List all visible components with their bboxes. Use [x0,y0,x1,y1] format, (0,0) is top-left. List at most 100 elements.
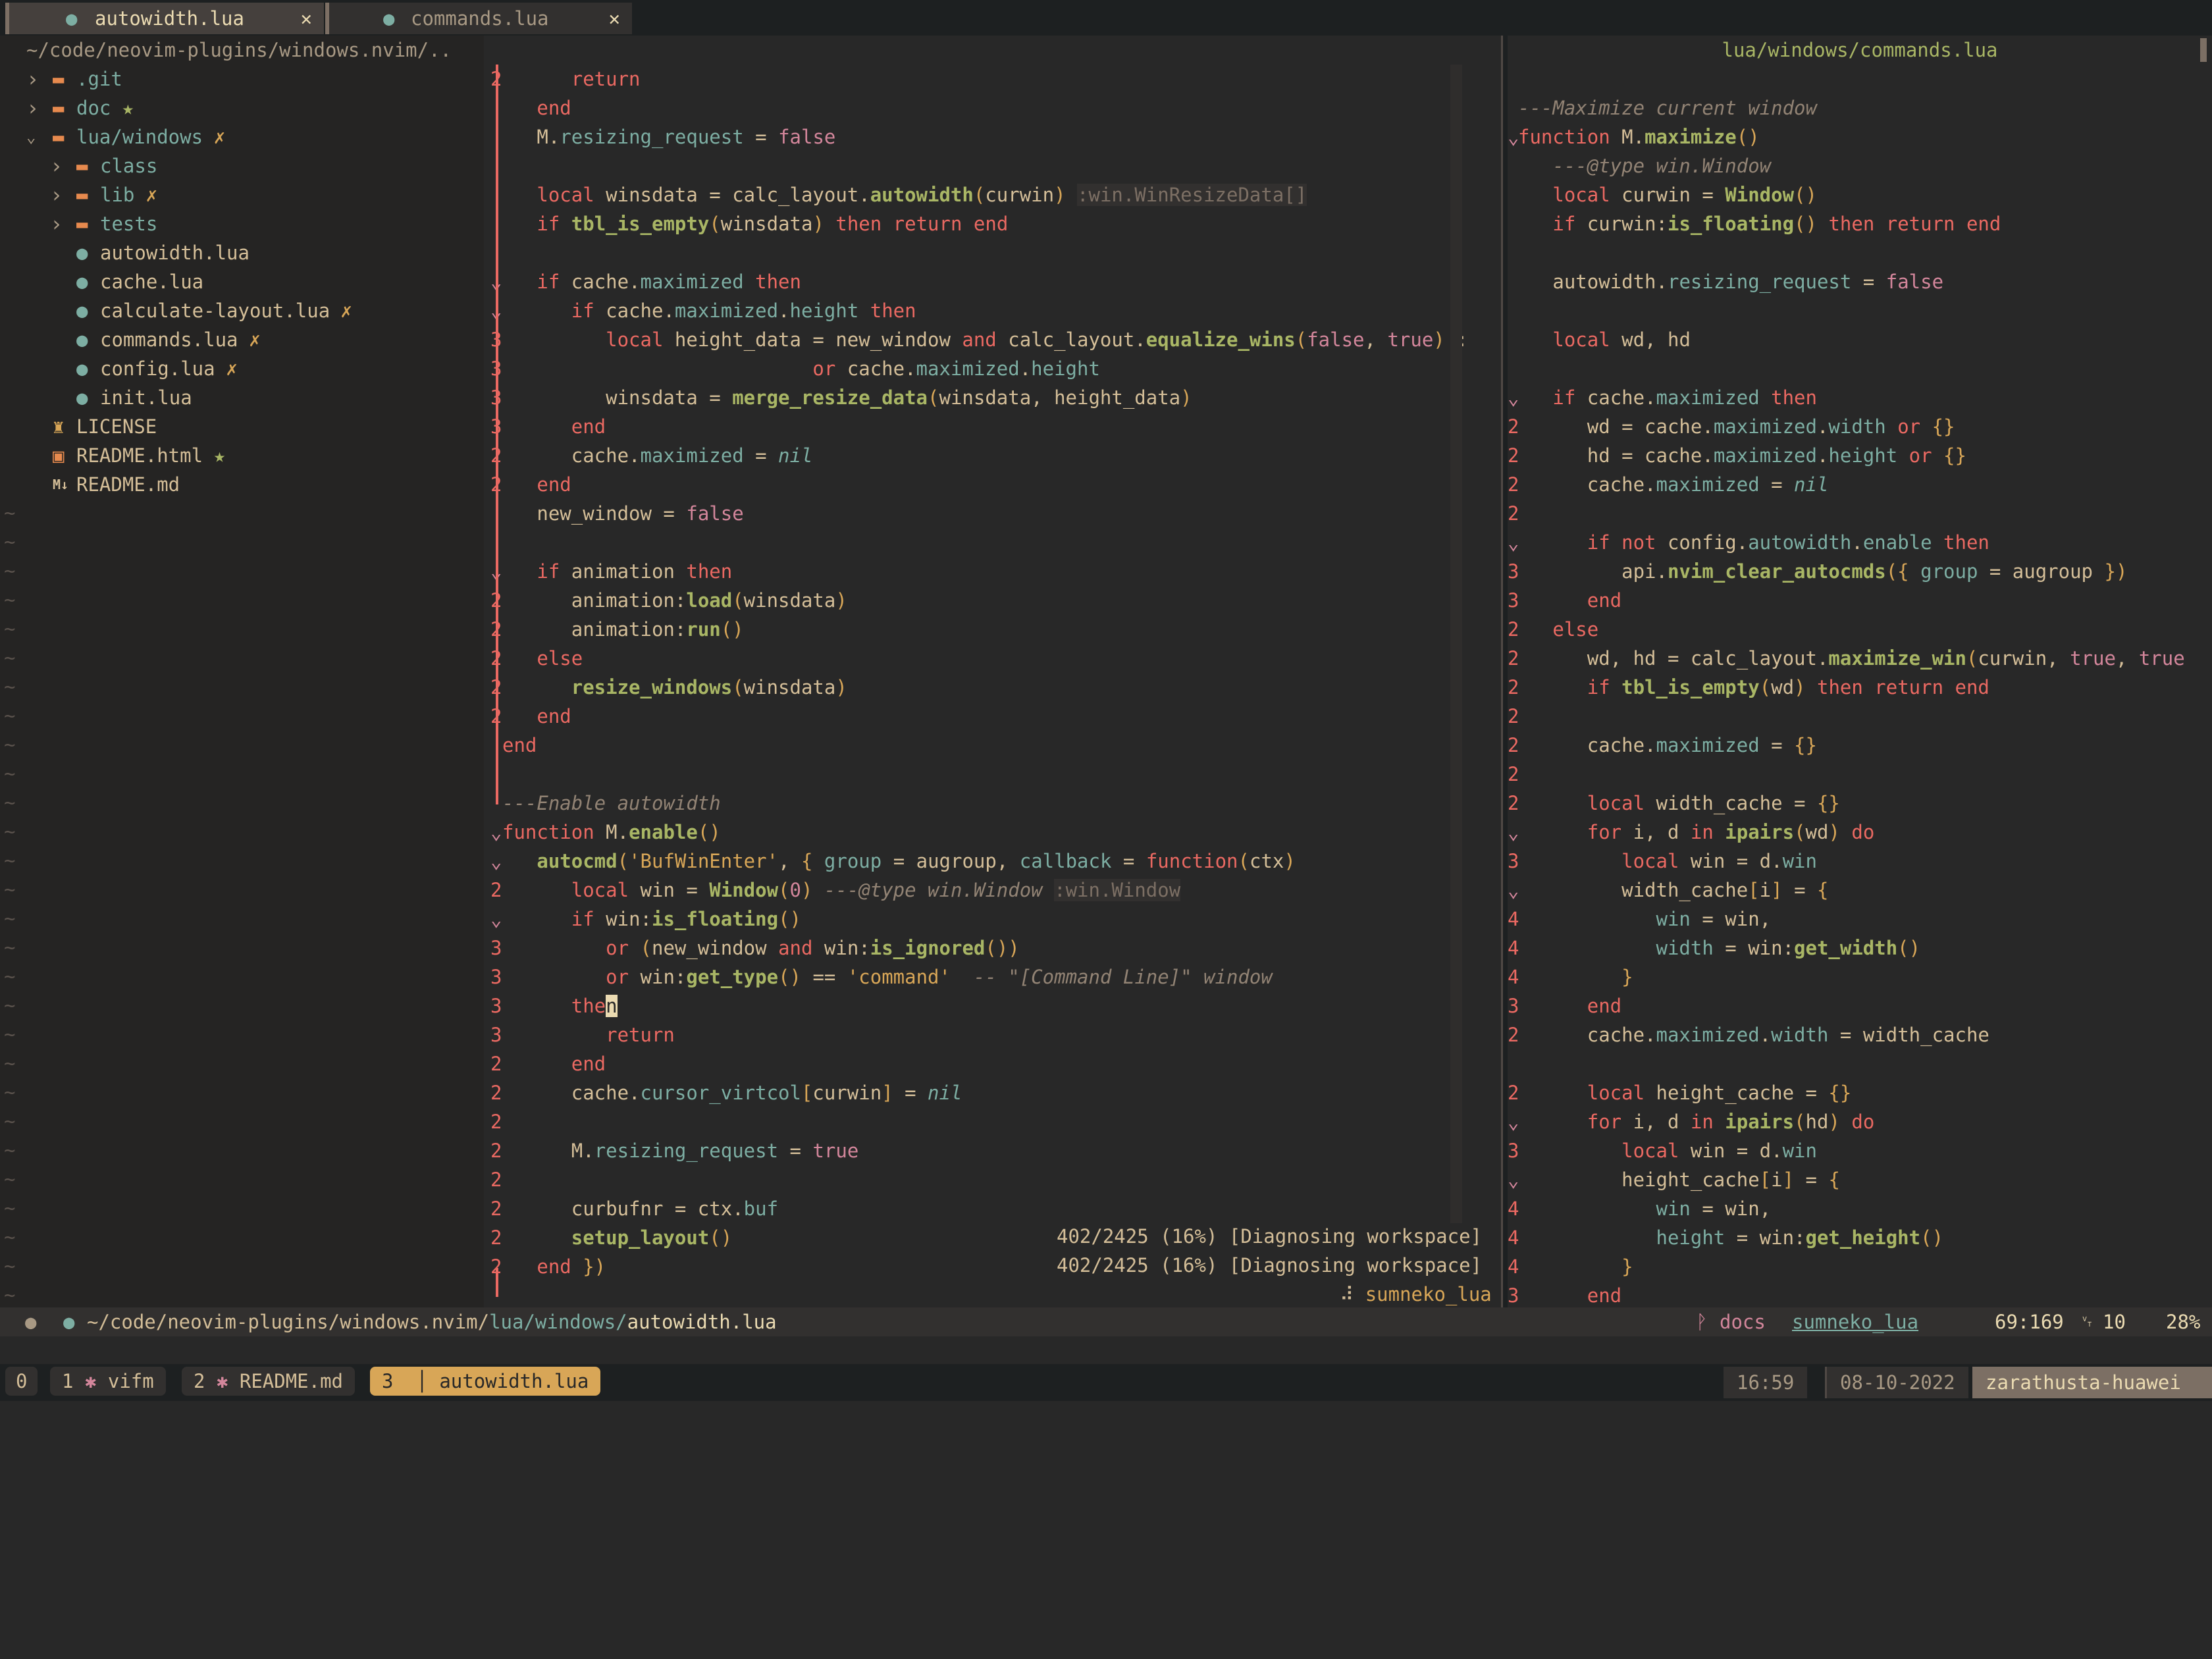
tree-item-readme-md[interactable]: M↓ README.md [0,470,484,499]
code-line[interactable]: ---@type win.Window [1508,151,2212,180]
code-line[interactable]: autowidth.resizing_request = false [1508,267,2212,296]
tree-item-lib[interactable]: › ▬ lib ✗ [0,180,484,209]
code-line[interactable]: 2 resize_windows(winsdata) [484,673,1501,702]
code-line[interactable]: 2 else [484,644,1501,673]
code-line[interactable]: ---Enable autowidth [484,789,1501,818]
code-line[interactable]: 3 then [484,991,1501,1020]
code-line[interactable]: 3 or cache.maximized.height [484,354,1501,383]
tree-item-class[interactable]: › ▬ class [0,151,484,180]
code-line[interactable]: 3 or win:get_type() == 'command' -- "[Co… [484,962,1501,991]
tmux-window-3[interactable]: 3 │ autowidth.lua [370,1367,601,1396]
code-line[interactable]: 3 or (new_window and win:is_ignored()) [484,934,1501,962]
code-line[interactable] [1508,1049,2212,1078]
code-line[interactable]: local curwin = Window() [1508,180,2212,209]
code-line[interactable]: ⌄ if cache.maximized then [1508,383,2212,412]
code-line[interactable]: 2 [1508,702,2212,731]
tmux-session[interactable]: 0 [5,1367,38,1396]
code-line[interactable]: 2 curbufnr = ctx.buf [484,1194,1501,1223]
code-line[interactable]: 4 win = win, [1508,905,2212,934]
code-line[interactable]: 4 height = win:get_height() [1508,1223,2212,1252]
code-line[interactable]: 3 end [484,412,1501,441]
code-line[interactable] [1508,354,2212,383]
code-line[interactable] [1508,65,2212,93]
code-line[interactable]: 2 local win = Window(0) ---@type win.Win… [484,876,1501,905]
code-line[interactable]: 3 local win = d.win [1508,1136,2212,1165]
code-line[interactable]: ⌄ if cache.maximized then [484,267,1501,296]
code-line[interactable]: ⌄ for i, d in ipairs(hd) do [1508,1107,2212,1136]
code-line[interactable] [1508,238,2212,267]
code-line[interactable]: 2 wd = cache.maximized.width or {} [1508,412,2212,441]
code-line[interactable]: 3 winsdata = merge_resize_data(winsdata,… [484,383,1501,412]
tree-item-lua-windows[interactable]: ⌄ ▬ lua/windows ✗ [0,122,484,151]
code-line[interactable]: end [484,731,1501,760]
tree-item-commands-lua[interactable]: ● commands.lua ✗ [0,325,484,354]
chevron-down-icon[interactable]: ⌄ [26,122,36,151]
code-line[interactable]: ⌄ function M.enable() [484,818,1501,847]
code-line[interactable]: ⌄ if animation then [484,557,1501,586]
tree-item-license[interactable]: ♜ LICENSE [0,412,484,441]
tree-item-init-lua[interactable]: ● init.lua [0,383,484,412]
chevron-right-icon[interactable]: › [50,180,63,209]
code-line[interactable] [484,528,1501,557]
code-line[interactable]: 2 cache.maximized = nil [484,441,1501,470]
tree-item-calculate-layout-lua[interactable]: ● calculate-layout.lua ✗ [0,296,484,325]
tree-item--git[interactable]: › ▬ .git [0,65,484,93]
chevron-right-icon[interactable]: › [50,151,63,180]
code-line[interactable]: ⌄ height_cache[i] = { [1508,1165,2212,1194]
code-line[interactable]: 2 else [1508,615,2212,644]
code-line[interactable]: ⌄ if cache.maximized.height then [484,296,1501,325]
code-line[interactable]: 2 cache.maximized.width = width_cache [1508,1020,2212,1049]
chevron-right-icon[interactable]: › [26,93,39,122]
tree-item-cache-lua[interactable]: ● cache.lua [0,267,484,296]
code-line[interactable]: 4 } [1508,962,2212,991]
code-line[interactable]: local wd, hd [1508,325,2212,354]
code-line[interactable] [1508,296,2212,325]
code-line[interactable] [484,238,1501,267]
code-line[interactable] [484,151,1501,180]
code-line[interactable]: 4 } [1508,1252,2212,1281]
command-line[interactable] [0,1336,2212,1364]
chevron-right-icon[interactable]: › [26,65,39,93]
editor-pane-left[interactable]: 2 return end M.resizing_request = false … [484,36,1501,1307]
code-line[interactable]: 3 end [1508,586,2212,615]
tree-item-tests[interactable]: › ▬ tests [0,209,484,238]
code-line[interactable]: 2 local height_cache = {} [1508,1078,2212,1107]
code-line[interactable]: 3 end [1508,1281,2212,1307]
code-line[interactable]: ⌄ if win:is_floating() [484,905,1501,934]
code-line[interactable] [484,760,1501,789]
code-line[interactable]: 4 width = win:get_width() [1508,934,2212,962]
close-icon[interactable]: ✕ [609,3,620,34]
code-line[interactable]: 2 cache.maximized = nil [1508,470,2212,499]
code-line[interactable]: 2 end [484,702,1501,731]
code-line[interactable]: 3 api.nvim_clear_autocmds({ group = augr… [1508,557,2212,586]
code-line[interactable]: ⌄ if not config.autowidth.enable then [1508,528,2212,557]
tree-item-readme-html[interactable]: ▣ README.html ★ [0,441,484,470]
code-line[interactable]: 2 cache.cursor_virtcol[curwin] = nil [484,1078,1501,1107]
editor-pane-right[interactable]: lua/windows/commands.lua ---Maximize cur… [1508,36,2212,1307]
code-line[interactable]: 2 animation:run() [484,615,1501,644]
code-line[interactable]: 2 animation:load(winsdata) [484,586,1501,615]
code-line[interactable]: 3 local win = d.win [1508,847,2212,876]
tmux-window-1[interactable]: 1 ✱ vifm [50,1367,166,1396]
tmux-window-2[interactable]: 2 ✱ README.md [182,1367,356,1396]
code-line[interactable]: 2 return [484,65,1501,93]
code-line[interactable]: 2 [1508,499,2212,528]
code-line[interactable]: 3 end [1508,991,2212,1020]
tree-item-autowidth-lua[interactable]: ● autowidth.lua [0,238,484,267]
code-line[interactable]: ⌄ function M.maximize() [1508,122,2212,151]
code-line[interactable]: ⌄ autocmd('BufWinEnter', { group = augro… [484,847,1501,876]
tree-item-doc[interactable]: › ▬ doc ★ [0,93,484,122]
code-line[interactable]: 2 [484,1165,1501,1194]
code-line[interactable]: 2 [484,1107,1501,1136]
tab-autowidth[interactable]: ● autowidth.lua ✕ [5,3,324,34]
code-line[interactable]: ⌄ for i, d in ipairs(wd) do [1508,818,2212,847]
code-line[interactable]: 2 end [484,470,1501,499]
tab-commands[interactable]: ● commands.lua ✕ [325,3,632,34]
code-line[interactable]: 2 M.resizing_request = true [484,1136,1501,1165]
window-separator[interactable] [1501,36,1508,1307]
tree-item-config-lua[interactable]: ● config.lua ✗ [0,354,484,383]
code-line[interactable]: 3 local height_data = new_window and cal… [484,325,1501,354]
code-line[interactable]: if tbl_is_empty(winsdata) then return en… [484,209,1501,238]
code-line[interactable]: new_window = false [484,499,1501,528]
code-line[interactable]: 2 [1508,760,2212,789]
